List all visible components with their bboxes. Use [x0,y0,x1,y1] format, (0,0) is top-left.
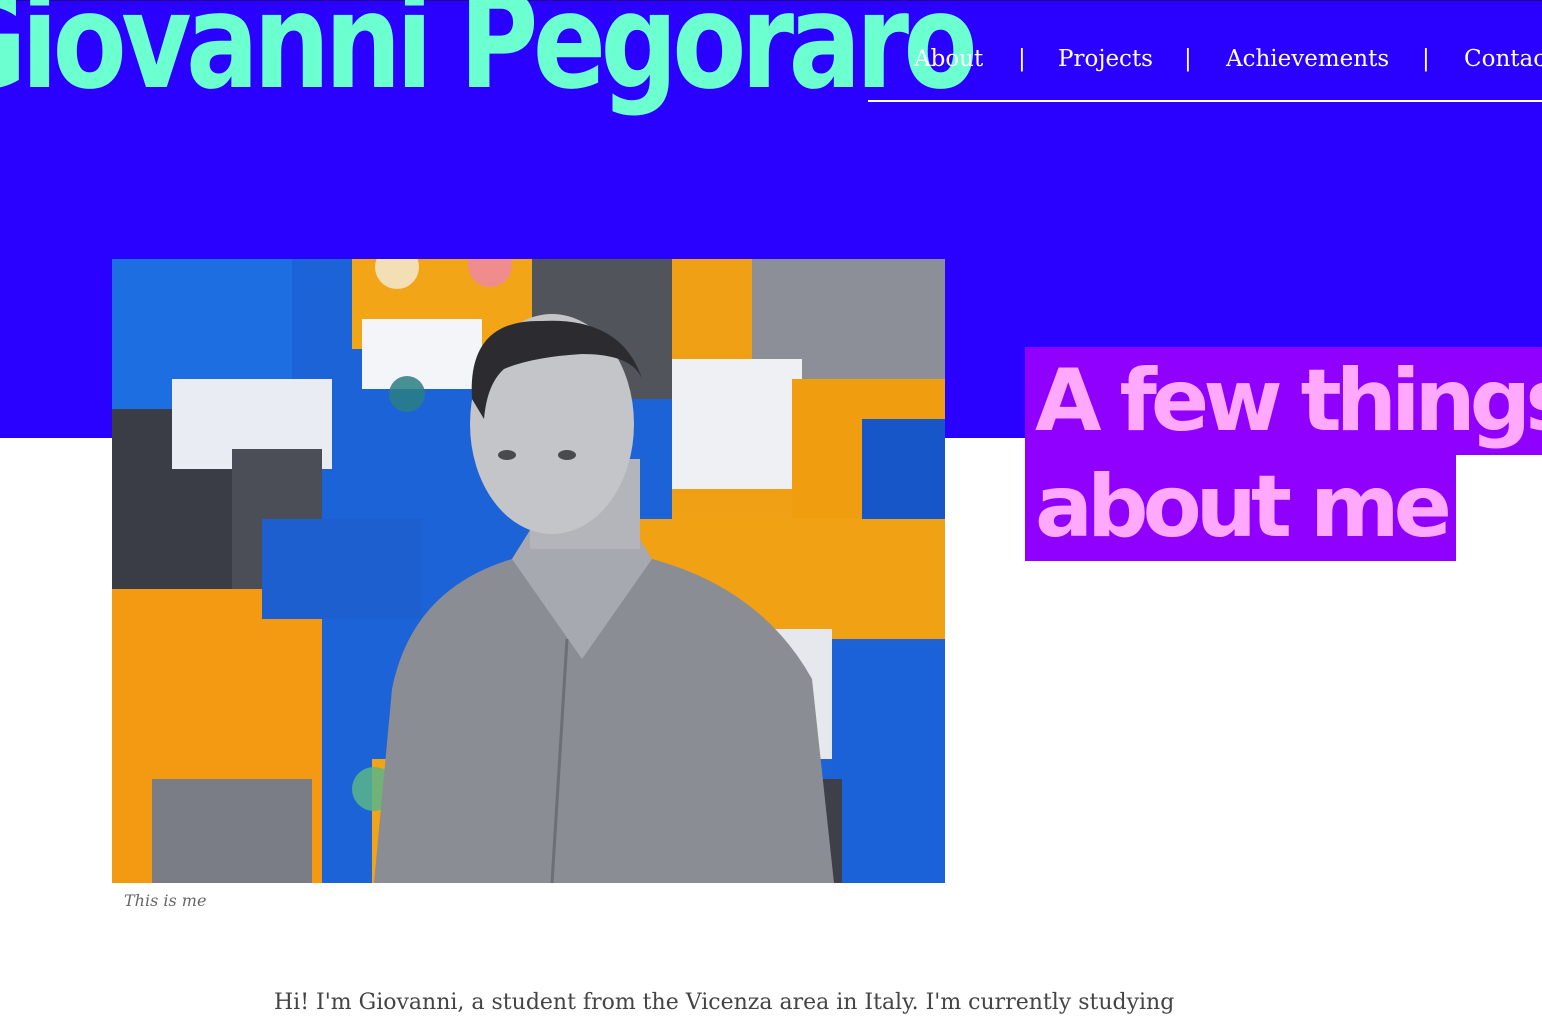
profile-photo [112,259,945,883]
photo-caption: This is me [124,891,207,910]
intro-paragraph: Hi! I'm Giovanni, a student from the Vic… [274,990,1175,1015]
about-heading: A few things about me [1025,347,1542,561]
nav-about[interactable]: About [914,46,983,72]
profile-photo-illustration [112,259,945,883]
about-heading-line-1: A few things [1025,347,1542,455]
nav-contact[interactable]: Contact [1464,46,1542,72]
main-nav: About | Projects | Achievements | Contac… [868,40,1542,102]
nav-separator: | [1184,46,1192,72]
nav-separator: | [1018,46,1026,72]
about-heading-line-2: about me [1025,453,1456,561]
nav-achievements[interactable]: Achievements [1226,46,1389,72]
nav-separator: | [1422,46,1430,72]
site-title[interactable]: Giovanni Pegoraro [0,0,978,108]
nav-projects[interactable]: Projects [1058,46,1153,72]
